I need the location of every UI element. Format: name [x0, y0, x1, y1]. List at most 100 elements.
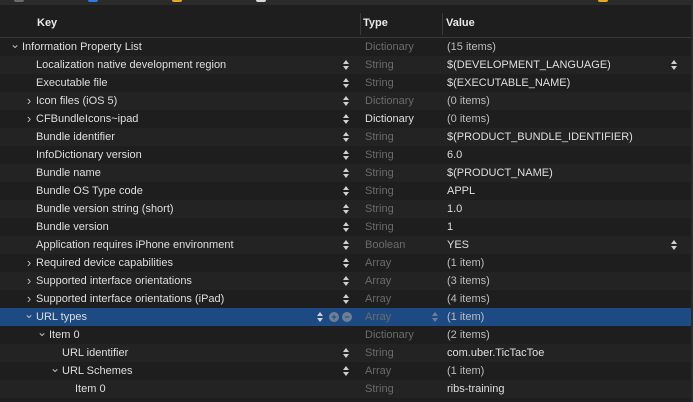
chevron-right-icon[interactable]: ›	[24, 292, 34, 306]
row-type[interactable]: Dictionary	[365, 40, 414, 54]
row-type[interactable]: Array	[365, 256, 391, 270]
stepper-icon[interactable]	[342, 364, 352, 378]
row-type[interactable]: String	[365, 184, 394, 198]
table-row[interactable]: Bundle name String $(PRODUCT_NAME)	[0, 164, 693, 182]
file-icon[interactable]	[256, 0, 266, 2]
row-type[interactable]: String	[365, 148, 394, 162]
row-type[interactable]: String	[365, 220, 394, 234]
stepper-icon[interactable]	[342, 274, 352, 288]
stepper-icon[interactable]	[342, 256, 352, 270]
table-row[interactable]: › Icon files (iOS 5) Dictionary (0 items)	[0, 92, 693, 110]
chevron-down-icon[interactable]: ⌄	[24, 307, 34, 321]
row-type[interactable]: String	[365, 166, 394, 180]
chevron-right-icon[interactable]: ›	[24, 256, 34, 270]
row-value[interactable]: ribs-training	[447, 382, 504, 396]
row-type[interactable]: Dictionary	[365, 328, 414, 342]
row-key[interactable]: Bundle version string (short)	[36, 202, 174, 216]
value-column-header[interactable]: Value	[446, 17, 475, 29]
row-value[interactable]: YES	[447, 238, 469, 252]
table-row[interactable]: Item 0 String ribs-training	[0, 380, 693, 398]
table-row[interactable]: Bundle version string (short) String 1.0	[0, 200, 693, 218]
row-type[interactable]: Array	[365, 274, 391, 288]
table-row[interactable]: ⌄ URL Schemes Array (1 item)	[0, 361, 693, 380]
row-type[interactable]: String	[365, 76, 394, 90]
row-value[interactable]: (3 items)	[447, 274, 490, 288]
column-divider[interactable]	[360, 13, 361, 35]
row-key[interactable]: Icon files (iOS 5)	[36, 94, 117, 108]
table-row[interactable]: InfoDictionary version String 6.0	[0, 146, 693, 164]
table-row[interactable]: Bundle OS Type code String APPL	[0, 182, 693, 200]
chevron-right-icon[interactable]: ›	[24, 274, 34, 288]
row-type[interactable]: String	[365, 382, 394, 396]
row-type[interactable]: Dictionary	[365, 112, 414, 126]
table-row[interactable]: Bundle identifier String $(PRODUCT_BUNDLE_…	[0, 128, 693, 146]
row-type[interactable]: Array	[365, 310, 391, 324]
stepper-icon[interactable]	[342, 292, 352, 306]
row-key[interactable]: Required device capabilities	[36, 256, 173, 270]
remove-item-icon[interactable]: −	[342, 312, 352, 322]
chevron-down-icon[interactable]: ⌄	[10, 37, 20, 51]
row-type[interactable]: Boolean	[365, 238, 405, 252]
row-value[interactable]: (1 item)	[447, 364, 484, 378]
row-value[interactable]: $(DEVELOPMENT_LANGUAGE)	[447, 58, 611, 72]
table-row[interactable]: Application requires iPhone environment B…	[0, 236, 693, 254]
stepper-icon[interactable]	[342, 220, 352, 234]
row-key[interactable]: Bundle name	[36, 166, 101, 180]
stepper-icon[interactable]	[342, 184, 352, 198]
toolbar-icon[interactable]	[14, 0, 24, 2]
row-type[interactable]: String	[365, 202, 394, 216]
chevron-down-icon[interactable]: ⌄	[50, 361, 60, 375]
stepper-icon[interactable]	[342, 148, 352, 162]
table-row[interactable]: › Supported interface orientations (iPad)…	[0, 290, 693, 308]
row-key[interactable]: Information Property List	[22, 40, 142, 54]
row-value[interactable]: 6.0	[447, 148, 462, 162]
row-type[interactable]: String	[365, 130, 394, 144]
row-value[interactable]: APPL	[447, 184, 475, 198]
row-key[interactable]: Supported interface orientations	[36, 274, 192, 288]
row-value[interactable]: 1.0	[447, 202, 462, 216]
column-divider[interactable]	[442, 13, 443, 35]
chevron-right-icon[interactable]: ›	[24, 94, 34, 108]
row-key[interactable]: Supported interface orientations (iPad)	[36, 292, 224, 306]
stepper-icon[interactable]	[342, 166, 352, 180]
row-type[interactable]: Dictionary	[365, 94, 414, 108]
row-key[interactable]: Localization native development region	[36, 58, 226, 72]
stepper-icon[interactable]	[342, 346, 352, 360]
row-key[interactable]: Bundle version	[36, 220, 109, 234]
row-value[interactable]: (4 items)	[447, 292, 490, 306]
row-key[interactable]: Application requires iPhone environment	[36, 238, 234, 252]
row-value[interactable]: 1	[447, 220, 453, 234]
table-row[interactable]: › Required device capabilities Array (1 ite…	[0, 254, 693, 272]
row-value[interactable]: (0 items)	[447, 94, 490, 108]
stepper-icon[interactable]	[342, 112, 352, 126]
table-row[interactable]: ⌄ Information Property List Dictionary (15 …	[0, 37, 693, 56]
value-popup-icon[interactable]	[670, 58, 680, 72]
table-row[interactable]: › Supported interface orientations Array (3…	[0, 272, 693, 290]
value-popup-icon[interactable]	[670, 238, 680, 252]
row-key[interactable]: Bundle identifier	[36, 130, 115, 144]
type-column-header[interactable]: Type	[363, 17, 388, 29]
row-key[interactable]: Executable file	[36, 76, 108, 90]
table-row[interactable]: ⌄ URL types + − Array (1 item)	[0, 307, 693, 326]
chevron-down-icon[interactable]: ⌄	[37, 325, 47, 339]
stepper-icon[interactable]	[342, 58, 352, 72]
add-item-icon[interactable]: +	[329, 312, 339, 322]
row-value[interactable]: (0 items)	[447, 112, 490, 126]
row-key[interactable]: Bundle OS Type code	[36, 184, 143, 198]
table-row[interactable]: ⌄ Item 0 Dictionary (2 items)	[0, 325, 693, 344]
warning-icon[interactable]	[598, 0, 608, 2]
chevron-right-icon[interactable]: ›	[24, 112, 34, 126]
row-value[interactable]: $(PRODUCT_NAME)	[447, 166, 553, 180]
row-value[interactable]: (1 item)	[447, 310, 484, 324]
stepper-icon[interactable]	[342, 238, 352, 252]
row-key[interactable]: Item 0	[49, 328, 80, 342]
table-row[interactable]: › CFBundleIcons~ipad Dictionary (0 items)	[0, 110, 693, 128]
table-row[interactable]: Bundle version String 1	[0, 218, 693, 236]
row-key[interactable]: URL types	[36, 310, 87, 324]
stepper-icon[interactable]	[431, 310, 441, 324]
row-key[interactable]: URL identifier	[62, 346, 128, 360]
row-value[interactable]: (1 item)	[447, 256, 484, 270]
row-value[interactable]: $(EXECUTABLE_NAME)	[447, 76, 570, 90]
row-type[interactable]: Array	[365, 292, 391, 306]
folder-icon[interactable]	[172, 0, 182, 2]
